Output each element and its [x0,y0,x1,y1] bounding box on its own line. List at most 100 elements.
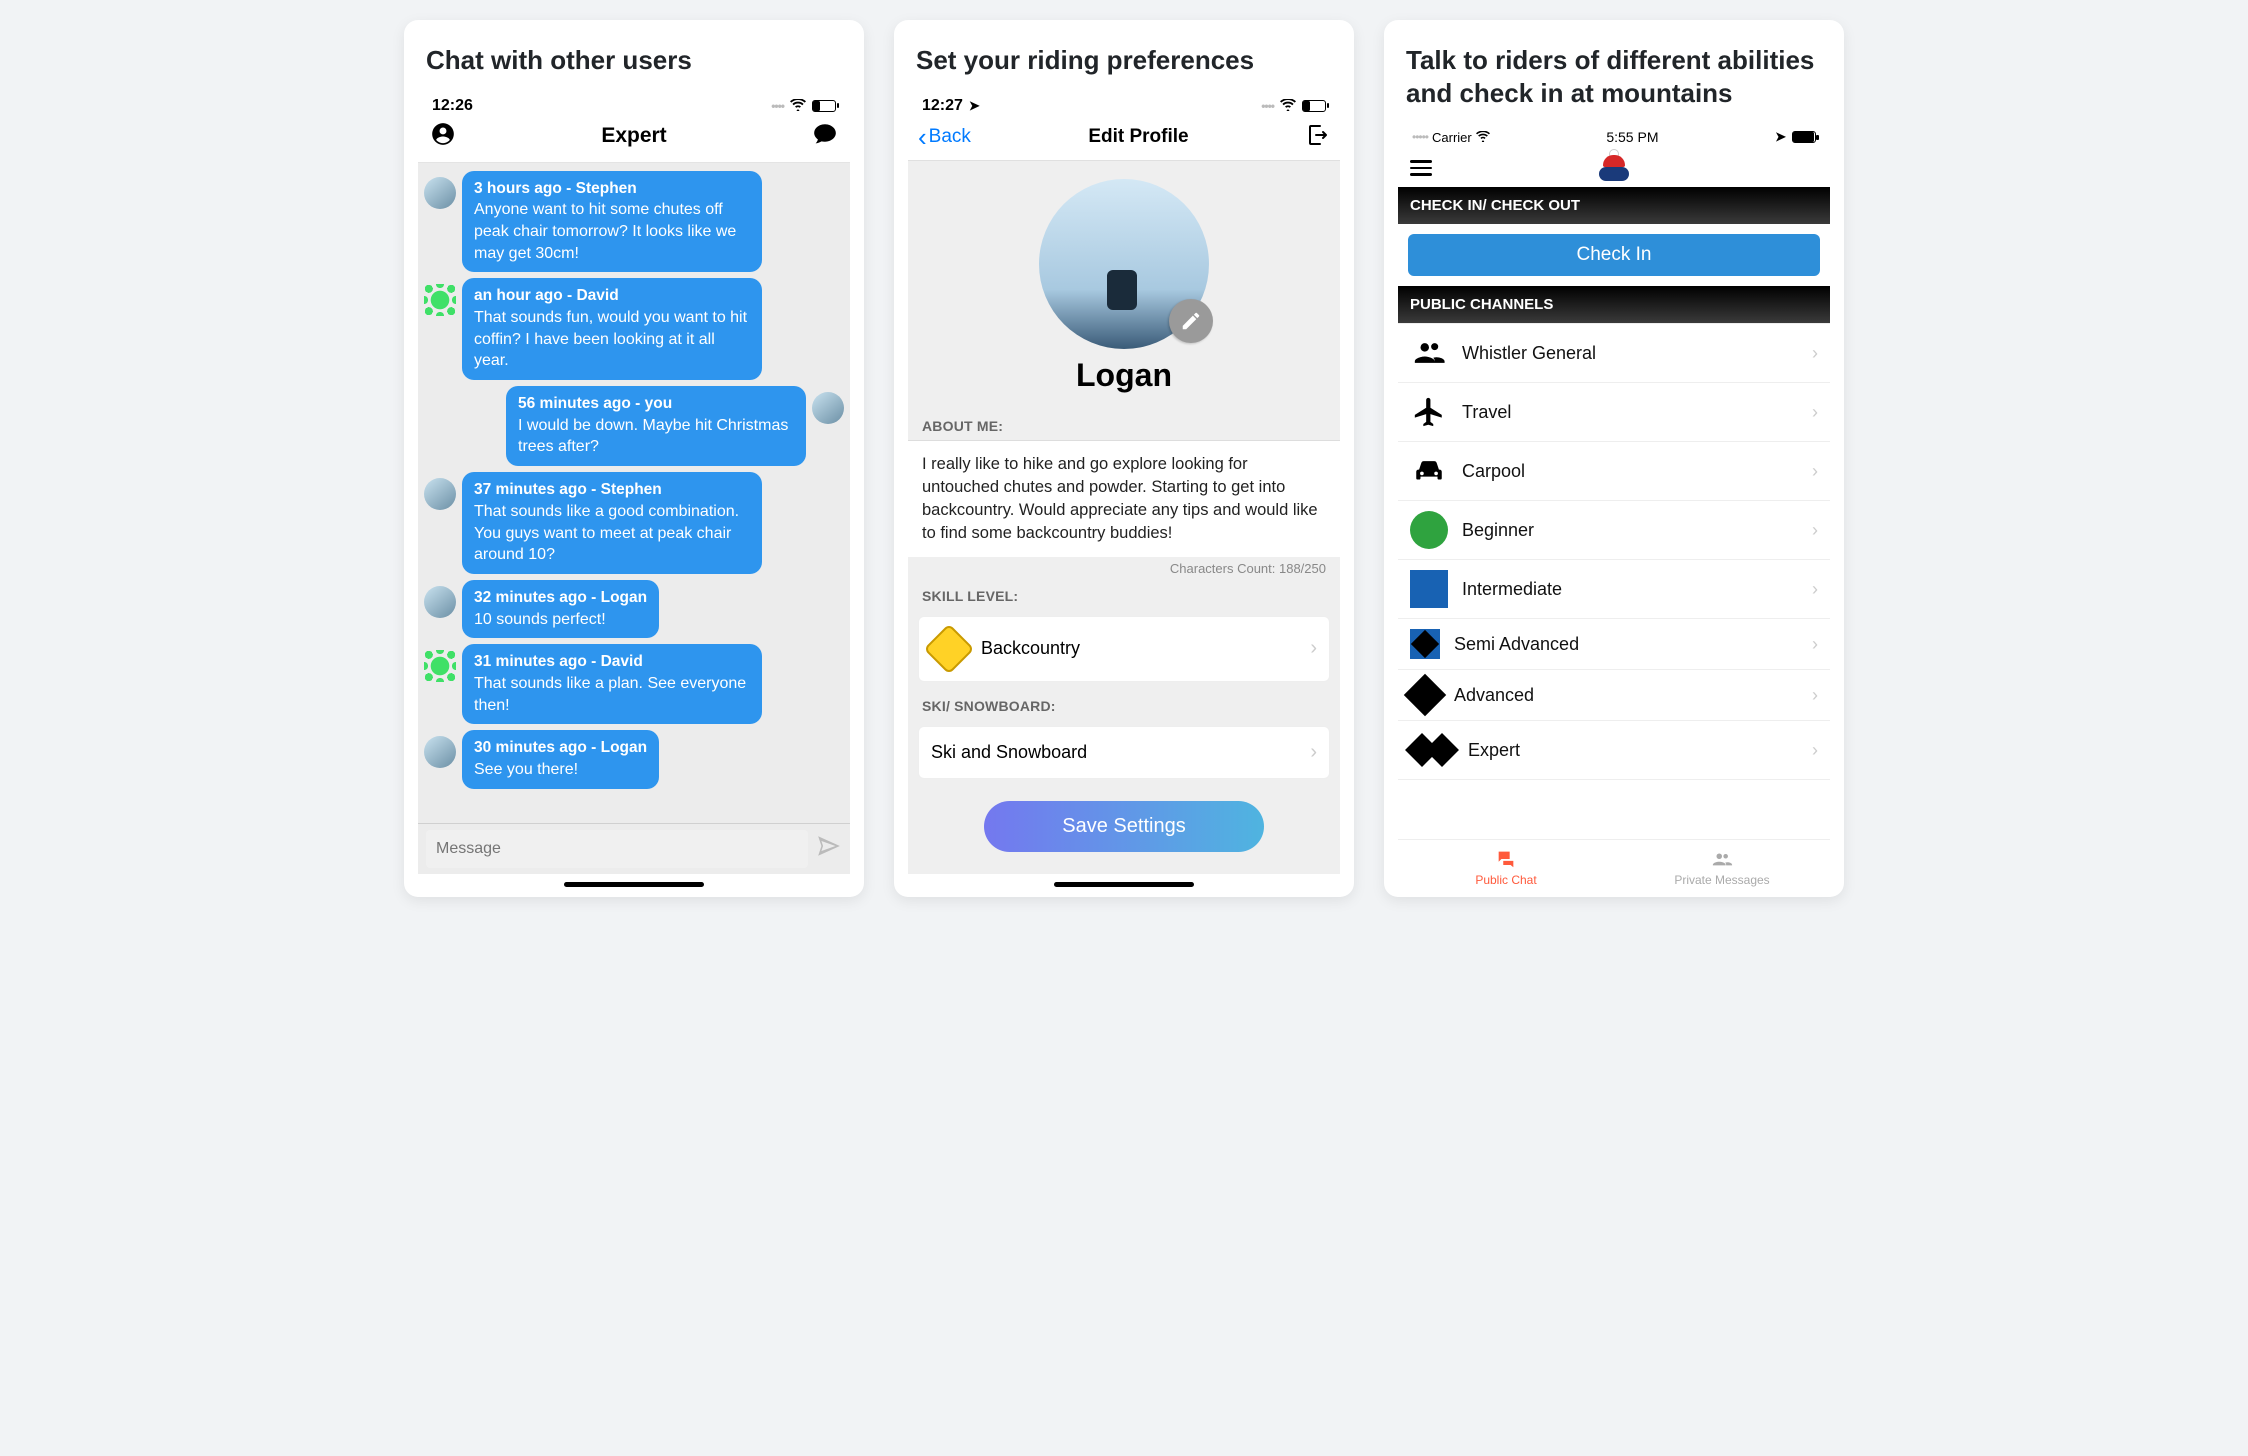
channels-screen-card: Talk to riders of different abilities an… [1384,20,1844,897]
channel-row-travel[interactable]: Travel › [1398,383,1830,442]
chat-bubble-icon[interactable] [812,121,838,152]
location-arrow-icon: ➤ [969,98,980,114]
message-row: 37 minutes ago - Stephen That sounds lik… [424,472,844,574]
backcountry-sign-icon [924,623,975,674]
back-label: Back [929,126,971,148]
message-bubble: an hour ago - David That sounds fun, wou… [462,278,762,380]
message-row: 30 minutes ago - Logan See you there! [424,730,844,789]
channel-row-carpool[interactable]: Carpool › [1398,442,1830,501]
chevron-left-icon: ‹ [918,124,927,150]
about-me-text[interactable]: I really like to hike and go explore loo… [908,441,1340,557]
battery-icon [1792,131,1816,143]
chevron-right-icon: › [1812,685,1818,706]
channel-label: Semi Advanced [1454,634,1579,655]
message-bubble: 37 minutes ago - Stephen That sounds lik… [462,472,762,574]
skill-level-label: SKILL LEVEL: [908,578,1340,610]
status-bar: 12:26 •••• [418,91,850,119]
channel-row-semi-advanced[interactable]: Semi Advanced › [1398,619,1830,670]
checkin-label: Check In [1577,244,1652,265]
profile-picture-wrap [1039,179,1209,349]
chat-body[interactable]: 3 hours ago - Stephen Anyone want to hit… [418,163,850,823]
hamburger-menu-icon[interactable] [1410,160,1432,176]
chevron-right-icon: › [1812,740,1818,761]
edit-photo-button[interactable] [1169,299,1213,343]
channel-row-advanced[interactable]: Advanced › [1398,670,1830,721]
public-channels-header: PUBLIC CHANNELS [1398,286,1830,323]
message-meta: an hour ago - David [474,286,750,307]
discipline-value: Ski and Snowboard [931,742,1087,763]
home-indicator[interactable] [1054,882,1194,887]
channel-row-whistler-general[interactable]: Whistler General › [1398,323,1830,383]
avatar-icon[interactable] [424,478,456,510]
discipline-field[interactable]: Ski and Snowboard › [918,726,1330,779]
avatar-icon[interactable] [424,586,456,618]
avatar-icon[interactable] [424,650,456,682]
signal-dots-icon: ••••• [1412,130,1428,144]
chevron-right-icon: › [1812,461,1818,482]
save-label: Save Settings [1062,815,1185,837]
profile-name: Logan [908,357,1340,394]
channels-card-title: Talk to riders of different abilities an… [1398,38,1830,123]
message-input[interactable] [426,830,808,868]
profile-card-title: Set your riding preferences [908,38,1340,91]
checkin-wrap: Check In [1398,224,1830,286]
green-circle-icon [1410,511,1448,549]
channel-row-beginner[interactable]: Beginner › [1398,501,1830,560]
about-me-label: ABOUT ME: [908,408,1340,441]
channel-label: Intermediate [1462,579,1562,600]
profile-content[interactable]: Logan ABOUT ME: I really like to hike an… [908,161,1340,874]
plane-icon [1410,393,1448,431]
channel-row-intermediate[interactable]: Intermediate › [1398,560,1830,619]
cellular-dots-icon: •••• [1261,99,1274,113]
chat-phone-screen: 12:26 •••• Expert 3 hours ago - S [418,91,850,891]
home-indicator[interactable] [564,882,704,887]
chat-topbar: Expert [418,119,850,163]
chevron-right-icon: › [1310,637,1317,660]
wifi-icon [1280,98,1296,114]
channel-label: Expert [1468,740,1520,761]
skill-level-field[interactable]: Backcountry › [918,616,1330,682]
channels-phone-screen: ••••• Carrier 5:55 PM ➤ CHECK IN/ CHECK … [1398,123,1830,891]
message-bubble: 31 minutes ago - David That sounds like … [462,644,762,724]
tab-label: Private Messages [1674,873,1769,887]
message-text: 10 sounds perfect! [474,609,647,631]
message-text: See you there! [474,759,647,781]
avatar-icon[interactable] [424,284,456,316]
tab-private-messages[interactable]: Private Messages [1614,848,1830,887]
channel-label: Carpool [1462,461,1525,482]
double-black-diamond-icon [1410,731,1454,769]
app-logo-icon [1599,155,1629,181]
carrier-label: Carrier [1432,130,1472,145]
channel-label: Travel [1462,402,1511,423]
message-bubble: 3 hours ago - Stephen Anyone want to hit… [462,171,762,273]
car-icon [1410,452,1448,490]
channel-label: Advanced [1454,685,1534,706]
message-meta: 56 minutes ago - you [518,394,794,415]
channel-list: Whistler General › Travel › Carpool › Be… [1398,323,1830,780]
avatar-icon[interactable] [812,392,844,424]
wifi-icon [790,98,806,114]
cellular-dots-icon: •••• [771,99,784,113]
checkin-button[interactable]: Check In [1408,234,1820,276]
status-time: 12:26 [432,97,473,115]
profile-screen-card: Set your riding preferences 12:27 ➤ ••••… [894,20,1354,897]
back-button[interactable]: ‹ Back [918,124,971,150]
channel-row-expert[interactable]: Expert › [1398,721,1830,780]
message-row: 32 minutes ago - Logan 10 sounds perfect… [424,580,844,639]
avatar-icon[interactable] [424,736,456,768]
profile-phone-screen: 12:27 ➤ •••• ‹ Back Edit Profile [908,91,1340,891]
tab-public-chat[interactable]: Public Chat [1398,848,1614,887]
avatar-icon[interactable] [424,177,456,209]
send-icon[interactable] [808,833,842,864]
message-row: 56 minutes ago - you I would be down. Ma… [424,386,844,466]
logout-icon[interactable] [1306,123,1330,152]
profile-icon[interactable] [430,121,456,152]
message-bubble: 30 minutes ago - Logan See you there! [462,730,659,789]
message-text: That sounds like a plan. See everyone th… [474,673,750,716]
save-settings-button[interactable]: Save Settings [984,801,1264,852]
message-meta: 32 minutes ago - Logan [474,588,647,609]
black-diamond-icon [1404,674,1446,716]
message-row: 3 hours ago - Stephen Anyone want to hit… [424,171,844,273]
battery-icon [812,100,836,112]
chevron-right-icon: › [1310,741,1317,764]
